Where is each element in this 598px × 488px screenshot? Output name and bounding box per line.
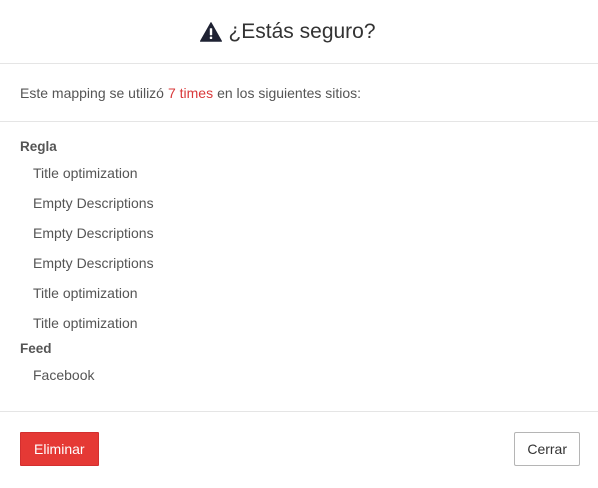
list-item: Title optimization (33, 285, 138, 301)
group-regla: Regla Title optimization Empty Descripti… (20, 136, 578, 338)
list-item: Title optimization (33, 165, 138, 181)
close-button[interactable]: Cerrar (514, 432, 580, 466)
group-items: Title optimization Empty Descriptions Em… (20, 158, 578, 338)
list-item: Empty Descriptions (33, 255, 154, 271)
modal-header: ¿Estás seguro? (0, 0, 598, 64)
group-feed: Feed Facebook (20, 338, 578, 390)
usage-intro-suffix: en los siguientes sitios: (217, 84, 362, 101)
usage-intro-prefix: Este mapping se utilizó (20, 84, 164, 101)
usage-list: Regla Title optimization Empty Descripti… (0, 122, 598, 412)
modal-title: ¿Estás seguro? (200, 20, 397, 44)
list-item: Facebook (33, 367, 95, 383)
confirm-modal: ¿Estás seguro? Este mapping se utilizó 7… (0, 0, 598, 488)
group-title: Regla (20, 139, 57, 154)
group-title: Feed (20, 341, 52, 356)
modal-title-text: ¿Estás seguro? (228, 19, 376, 43)
warning-triangle-icon (200, 21, 223, 42)
group-items: Facebook (20, 360, 578, 390)
delete-button[interactable]: Eliminar (20, 432, 99, 466)
modal-footer: Eliminar Cerrar (0, 412, 598, 486)
list-item: Title optimization (33, 315, 138, 331)
usage-count: 7 times (167, 84, 214, 101)
list-item: Empty Descriptions (33, 225, 154, 241)
usage-intro: Este mapping se utilizó 7 times en los s… (0, 64, 598, 122)
list-item: Empty Descriptions (33, 195, 154, 211)
